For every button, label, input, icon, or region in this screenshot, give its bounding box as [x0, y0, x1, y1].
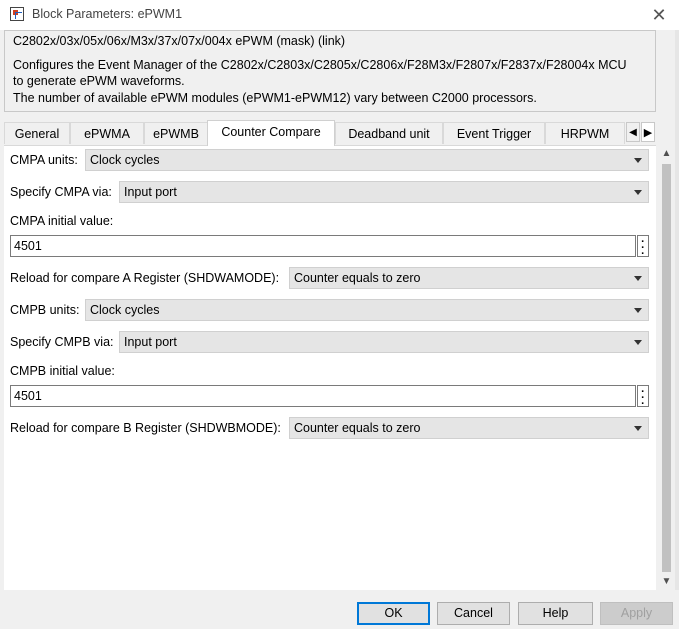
cmpa-via-value: Input port	[124, 185, 177, 199]
cmpa-units-label: CMPA units:	[10, 153, 78, 167]
cmpb-via-dropdown[interactable]: Input port	[119, 331, 649, 353]
tab-hrpwm[interactable]: HRPWM	[545, 122, 625, 144]
chevron-right-icon[interactable]: ▶	[641, 122, 655, 142]
mask-group-title: C2802x/03x/05x/06x/M3x/37x/07x/004x ePWM…	[12, 34, 347, 48]
chevron-down-icon	[634, 340, 642, 345]
cmpb-units-value: Clock cycles	[90, 303, 160, 317]
close-icon[interactable]: ✕	[647, 3, 671, 27]
chevron-down-icon	[634, 276, 642, 281]
tab-general[interactable]: General	[4, 122, 70, 144]
cmpb-via-value: Input port	[124, 335, 177, 349]
ok-button[interactable]: OK	[357, 602, 430, 625]
cmpb-initial-value: 4501	[14, 389, 42, 403]
reload-b-dropdown[interactable]: Counter equals to zero	[289, 417, 649, 439]
chevron-down-icon	[634, 308, 642, 313]
tab-counter-compare[interactable]: Counter Compare	[207, 120, 335, 146]
chevron-left-icon[interactable]: ◀	[626, 122, 640, 142]
cmpa-via-label: Specify CMPA via:	[10, 185, 112, 199]
cmpb-initial-label: CMPB initial value:	[10, 364, 115, 378]
tab-deadband-unit[interactable]: Deadband unit	[335, 122, 443, 144]
more-options-icon[interactable]: · · ·	[637, 235, 649, 260]
cmpa-initial-value: 4501	[14, 239, 42, 253]
scroll-down-icon[interactable]: ▼	[658, 574, 675, 590]
cmpa-initial-label: CMPA initial value:	[10, 214, 114, 228]
mask-description-line-3: The number of available ePWM modules (eP…	[13, 91, 537, 105]
reload-a-label: Reload for compare A Register (SHDWAMODE…	[10, 271, 280, 285]
tab-event-trigger[interactable]: Event Trigger	[443, 122, 545, 144]
mask-description-line-2: to generate ePWM waveforms.	[13, 74, 185, 88]
scrollbar-thumb[interactable]	[662, 164, 671, 572]
apply-button[interactable]: Apply	[600, 602, 673, 625]
chevron-down-icon	[634, 158, 642, 163]
cmpb-via-label: Specify CMPB via:	[10, 335, 114, 349]
cmpa-initial-input[interactable]: 4501	[10, 235, 636, 257]
tab-epwmb[interactable]: ePWMB	[144, 122, 208, 144]
reload-a-value: Counter equals to zero	[294, 271, 421, 285]
cmpb-units-label: CMPB units:	[10, 303, 80, 317]
cmpa-units-value: Clock cycles	[90, 153, 160, 167]
reload-b-label: Reload for compare B Register (SHDWBMODE…	[10, 421, 281, 435]
help-button[interactable]: Help	[518, 602, 593, 625]
more-options-icon[interactable]: · · ·	[637, 385, 649, 410]
title-bar: Block Parameters: ePWM1 ✕	[0, 0, 679, 30]
tab-epwma[interactable]: ePWMA	[70, 122, 144, 144]
cancel-button[interactable]: Cancel	[437, 602, 510, 625]
cmpb-units-dropdown[interactable]: Clock cycles	[85, 299, 649, 321]
mask-description-line-1: Configures the Event Manager of the C280…	[13, 58, 627, 72]
chevron-down-icon	[634, 190, 642, 195]
cmpb-initial-input[interactable]: 4501	[10, 385, 636, 407]
window-edge	[675, 30, 679, 590]
simulink-block-icon	[10, 7, 24, 21]
cmpa-units-dropdown[interactable]: Clock cycles	[85, 149, 649, 171]
reload-a-dropdown[interactable]: Counter equals to zero	[289, 267, 649, 289]
scroll-up-icon[interactable]: ▲	[658, 146, 675, 162]
window-title: Block Parameters: ePWM1	[32, 7, 183, 21]
cmpa-via-dropdown[interactable]: Input port	[119, 181, 649, 203]
vertical-scrollbar[interactable]: ▲ ▼	[658, 146, 675, 590]
chevron-down-icon	[634, 426, 642, 431]
reload-b-value: Counter equals to zero	[294, 421, 421, 435]
